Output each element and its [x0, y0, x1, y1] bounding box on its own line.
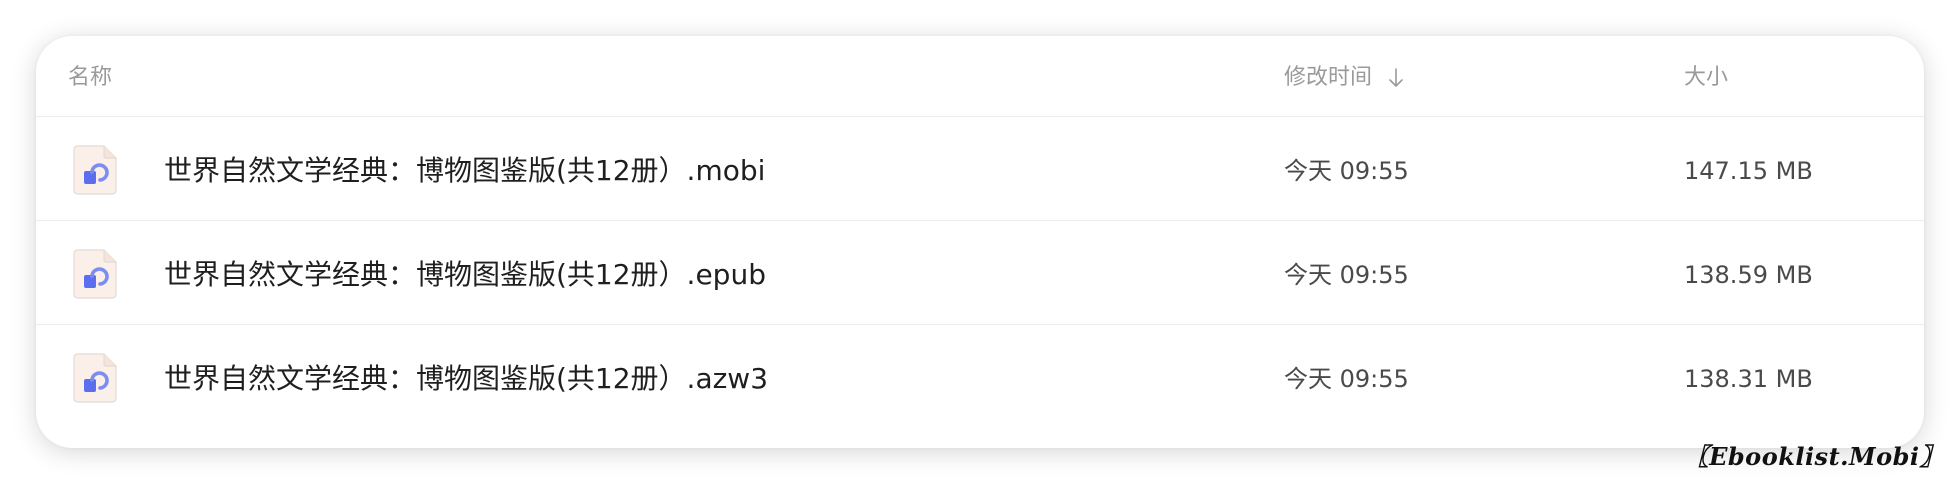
file-size: 147.15 MB [1684, 157, 1813, 185]
column-header-size[interactable]: 大小 [1684, 64, 1728, 92]
file-size: 138.31 MB [1684, 365, 1813, 393]
file-modified: 今天 09:55 [1284, 365, 1409, 393]
file-list-header: 名称 修改时间 大小 [36, 36, 1924, 117]
ebook-file-icon [73, 249, 117, 299]
file-row[interactable]: 世界自然文学经典：博物图鉴版(共12册）.mobi 今天 09:55 147.1… [36, 116, 1924, 221]
file-name[interactable]: 世界自然文学经典：博物图鉴版(共12册）.epub [164, 258, 766, 292]
file-name[interactable]: 世界自然文学经典：博物图鉴版(共12册）.mobi [164, 154, 765, 188]
ebook-file-icon [73, 353, 117, 403]
column-header-modified-label: 修改时间 [1284, 65, 1373, 90]
file-size: 138.59 MB [1684, 261, 1813, 289]
file-modified: 今天 09:55 [1284, 261, 1409, 289]
ebook-file-icon [73, 145, 117, 195]
file-name[interactable]: 世界自然文学经典：博物图鉴版(共12册）.azw3 [164, 362, 768, 396]
file-row[interactable]: 世界自然文学经典：博物图鉴版(共12册）.epub 今天 09:55 138.5… [36, 220, 1924, 325]
column-header-modified[interactable]: 修改时间 [1284, 64, 1404, 92]
column-header-name[interactable]: 名称 [68, 64, 112, 92]
file-row[interactable]: 世界自然文学经典：博物图鉴版(共12册）.azw3 今天 09:55 138.3… [36, 324, 1924, 428]
watermark: 〖Ebooklist.Mobi〗 [1684, 442, 1944, 471]
arrow-down-icon[interactable] [1388, 67, 1404, 89]
file-list-panel: 名称 修改时间 大小 世界自然文学经典：博物图鉴版(共12册）.mobi 今天 … [36, 36, 1924, 448]
file-modified: 今天 09:55 [1284, 157, 1409, 185]
